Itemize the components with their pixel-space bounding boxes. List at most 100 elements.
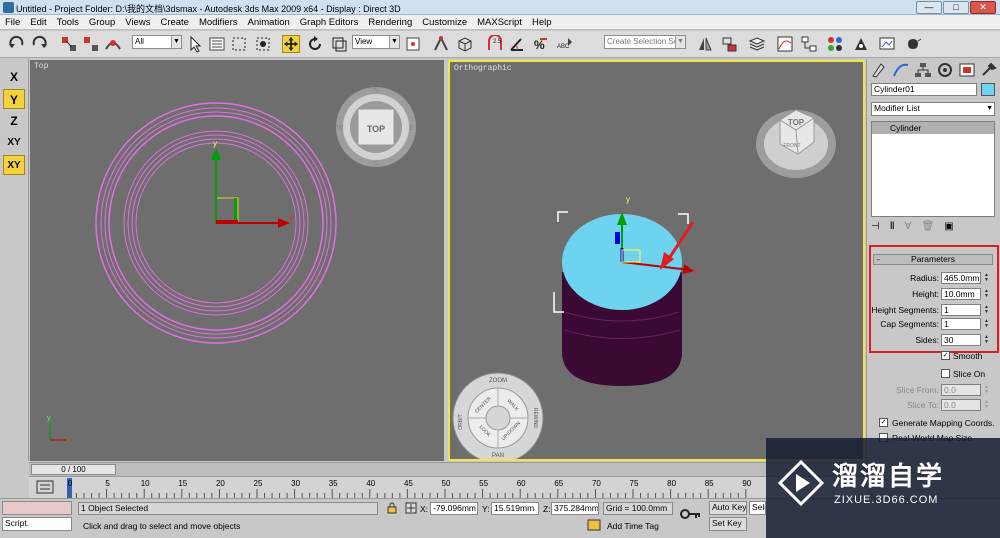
time-slider-thumb[interactable]: 0 / 100 [31, 464, 116, 475]
time-tag-icon[interactable] [587, 519, 601, 531]
rectangular-selection-icon[interactable] [230, 35, 248, 53]
menu-animation[interactable]: Animation [243, 15, 295, 29]
unlink-selection-icon[interactable] [82, 35, 100, 53]
modifier-list-dropdown[interactable]: Modifier List ▼ [871, 102, 995, 116]
align-icon[interactable] [720, 35, 738, 53]
select-and-move-icon[interactable] [282, 35, 300, 53]
named-selection-sets-dropdown[interactable]: Create Selection Set ▼ [604, 35, 686, 49]
menu-views[interactable]: Views [120, 15, 155, 29]
configure-modifier-sets-icon[interactable]: ▣ [944, 221, 953, 235]
height-spinner[interactable]: ▲ ▼ [983, 289, 990, 300]
reference-coord-dropdown[interactable]: View ▼ [352, 35, 400, 49]
pivot-center-icon[interactable] [404, 35, 422, 53]
angle-snap-icon[interactable] [508, 35, 526, 53]
lock-selection-icon[interactable] [386, 502, 398, 514]
remove-modifier-icon[interactable]: 🗑 [921, 221, 934, 235]
render-production-icon[interactable] [904, 35, 922, 53]
render-setup-icon[interactable] [852, 35, 870, 53]
radius-input[interactable]: 465.0mm [941, 272, 981, 284]
radius-spinner[interactable]: ▲ ▼ [983, 273, 990, 284]
height-segments-input[interactable]: 1 [941, 304, 981, 316]
menu-group[interactable]: Group [84, 15, 120, 29]
display-tab-icon[interactable] [957, 61, 977, 79]
constrain-xy-plane-button[interactable]: XY [3, 155, 25, 175]
show-end-result-icon[interactable]: Ⅱ [890, 221, 895, 235]
sides-spinner[interactable]: ▲ ▼ [983, 335, 990, 346]
top-viewport[interactable]: Top x y x y TOP N W E S [30, 60, 444, 461]
open-mini-curve-editor-icon[interactable] [36, 480, 54, 494]
mirror-icon[interactable] [696, 35, 714, 53]
slice-from-input[interactable]: 0.0 [941, 384, 981, 396]
slice-from-spinner[interactable]: ▲ ▼ [983, 385, 990, 396]
menu-graph-editors[interactable]: Graph Editors [295, 15, 364, 29]
menu-edit[interactable]: Edit [25, 15, 51, 29]
menu-create[interactable]: Create [155, 15, 194, 29]
rendered-frame-window-icon[interactable] [878, 35, 896, 53]
select-by-name-icon[interactable] [208, 35, 226, 53]
utilities-tab-icon[interactable] [979, 61, 999, 79]
snaps-toggle-icon[interactable]: 2.5 [486, 35, 504, 53]
height-input[interactable]: 10.0mm [941, 288, 981, 300]
redo-icon[interactable] [30, 35, 48, 53]
constrain-x-button[interactable]: X [3, 67, 25, 87]
set-key-button[interactable]: Set Key [709, 517, 747, 531]
minimize-button[interactable]: — [916, 1, 942, 14]
selection-filter-dropdown[interactable]: All ▼ [132, 35, 182, 49]
percent-snap-icon[interactable]: % [532, 35, 550, 53]
height-segments-spinner[interactable]: ▲ ▼ [983, 305, 990, 316]
curve-editor-icon[interactable] [776, 35, 794, 53]
track-bar[interactable]: 0 5 10 15 20 25 30 35 40 45 50 55 60 65 70 75 80 85 90 [29, 476, 866, 498]
object-color-swatch[interactable] [981, 83, 995, 96]
constrain-y-button[interactable]: Y [3, 89, 25, 109]
slice-to-input[interactable]: 0.0 [941, 399, 981, 411]
constrain-z-button[interactable]: Z [3, 111, 25, 131]
z-coord-input[interactable]: 375.284mm [551, 502, 599, 515]
select-and-scale-icon[interactable] [330, 35, 348, 53]
absolute-mode-icon[interactable] [405, 502, 417, 514]
cap-segments-spinner[interactable]: ▲ ▼ [983, 319, 990, 330]
constrain-xy-button[interactable]: XY [3, 133, 25, 153]
slice-to-spinner[interactable]: ▲ ▼ [983, 400, 990, 411]
menu-tools[interactable]: Tools [52, 15, 84, 29]
modifier-stack-item[interactable]: Cylinder [872, 122, 994, 134]
set-key-icon[interactable] [680, 507, 702, 521]
menu-rendering[interactable]: Rendering [363, 15, 417, 29]
create-tab-icon[interactable] [869, 61, 889, 79]
menu-customize[interactable]: Customize [417, 15, 472, 29]
parameters-rollout-header[interactable]: - Parameters [873, 254, 993, 265]
steering-wheel[interactable] [452, 372, 544, 459]
menu-file[interactable]: File [0, 15, 25, 29]
smooth-checkbox[interactable]: ✓ [941, 351, 950, 360]
cap-segments-input[interactable]: 1 [941, 318, 981, 330]
menu-help[interactable]: Help [527, 15, 557, 29]
manipulate-icon[interactable] [432, 35, 450, 53]
key-filter-dropdown[interactable]: Sele [749, 501, 766, 515]
material-editor-icon[interactable] [826, 35, 844, 53]
menu-maxscript[interactable]: MAXScript [472, 15, 527, 29]
spinner-snap-icon[interactable]: ABC [556, 35, 574, 53]
orthographic-viewport[interactable]: Orthographic x y TOP FRONT ZOOM ORBIT RE… [448, 60, 865, 461]
time-slider[interactable]: 0 / 100 [29, 462, 866, 476]
bind-space-warp-icon[interactable] [104, 35, 122, 53]
select-and-rotate-icon[interactable] [306, 35, 324, 53]
pin-stack-icon[interactable]: ⊣ [871, 221, 880, 235]
maxscript-listener[interactable]: Script. [2, 517, 72, 531]
window-crossing-icon[interactable] [254, 35, 272, 53]
select-object-icon[interactable] [186, 35, 204, 53]
select-and-link-icon[interactable] [60, 35, 78, 53]
generate-mapping-checkbox[interactable]: ✓ [879, 418, 888, 427]
object-name-field[interactable]: Cylinder01 [871, 83, 977, 96]
keyboard-shortcut-override-icon[interactable] [456, 35, 474, 53]
close-button[interactable]: ✕ [970, 1, 996, 14]
make-unique-icon[interactable]: ∀ [905, 221, 912, 235]
maxscript-listener-top[interactable] [2, 501, 72, 515]
sides-input[interactable]: 30 [941, 334, 981, 346]
add-time-tag-label[interactable]: Add Time Tag [607, 521, 659, 531]
y-coord-input[interactable]: 15.519mm [491, 502, 539, 515]
hierarchy-tab-icon[interactable] [913, 61, 933, 79]
layer-manager-icon[interactable] [748, 35, 766, 53]
maximize-button[interactable]: □ [943, 1, 969, 14]
x-coord-input[interactable]: -79.096mm [430, 502, 478, 515]
slice-on-checkbox[interactable] [941, 369, 950, 378]
auto-key-button[interactable]: Auto Key [709, 501, 747, 515]
